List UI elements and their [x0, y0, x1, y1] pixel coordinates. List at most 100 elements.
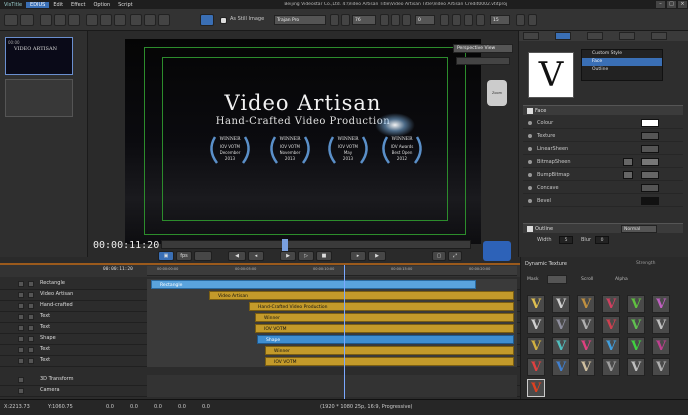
outline-mode-dropdown[interactable]: Normal: [621, 225, 657, 233]
sheen-swatch[interactable]: [641, 145, 659, 153]
view-buttons[interactable]: [456, 57, 510, 65]
track-lane[interactable]: Hand-Crafted Video Production: [147, 301, 517, 312]
concave-swatch[interactable]: [641, 184, 659, 192]
prev-frame-button[interactable]: ◀: [228, 251, 246, 261]
style-item-face[interactable]: Face: [582, 58, 662, 66]
texture-cell[interactable]: V: [602, 337, 620, 355]
track-clip[interactable]: Hand-Crafted Video Production: [249, 302, 514, 311]
track-lane[interactable]: Rectangle: [147, 279, 517, 290]
timeline-ruler[interactable]: 00:00:00:00 00:00:05:00 00:00:10:00 00:0…: [147, 266, 517, 276]
track-clip[interactable]: Video Artisan: [209, 291, 514, 300]
track-row[interactable]: Text Winner: [0, 345, 520, 356]
loop-button[interactable]: ▣: [158, 251, 174, 261]
texture-cell[interactable]: V: [527, 337, 545, 355]
font-size-combo[interactable]: 76: [352, 15, 376, 25]
track-clip[interactable]: IOV VOTM: [255, 324, 514, 333]
align-left-button[interactable]: [380, 14, 389, 26]
outline-section[interactable]: Outline Normal: [523, 223, 683, 233]
blur-input[interactable]: 0: [595, 236, 609, 244]
maximize-button[interactable]: □: [667, 1, 676, 8]
thumbnail-item[interactable]: 00:00 VIDEO ARTISAN: [5, 37, 73, 75]
undo-button[interactable]: [4, 14, 18, 26]
prop-texture[interactable]: Texture: [523, 130, 683, 142]
width-input[interactable]: 5: [559, 236, 573, 244]
prop-linearsheen[interactable]: LinearSheen: [523, 143, 683, 155]
texture-cell[interactable]: V: [527, 358, 545, 376]
eye-icon[interactable]: [18, 325, 24, 331]
track-clip[interactable]: IOV VOTM: [265, 357, 514, 366]
next-frame-button[interactable]: ▶: [368, 251, 386, 261]
paste-icon[interactable]: [114, 14, 126, 26]
track-row[interactable]: Text IOV VOTM: [0, 323, 520, 334]
eye-icon[interactable]: [18, 314, 24, 320]
tab-face[interactable]: [555, 32, 571, 40]
face-section[interactable]: Face: [523, 105, 683, 115]
texture-cell[interactable]: V: [602, 358, 620, 376]
outline-checkbox[interactable]: [527, 226, 533, 232]
valign-middle-icon[interactable]: [464, 14, 473, 26]
tab-transform[interactable]: [587, 32, 603, 40]
char-spacing-combo[interactable]: 0: [415, 15, 435, 25]
shape-tool-icon[interactable]: [144, 14, 156, 26]
texture-cell[interactable]: V: [577, 337, 595, 355]
stop-button[interactable]: ■: [316, 251, 332, 261]
face-checkbox[interactable]: [527, 108, 533, 114]
texture-cell[interactable]: V: [652, 358, 670, 376]
track-lane[interactable]: Winner: [147, 312, 517, 323]
track-row[interactable]: Camera: [0, 386, 520, 397]
style-list[interactable]: Custom Style Face Outline: [581, 49, 663, 81]
align-right-button[interactable]: [402, 14, 411, 26]
texture-swatch[interactable]: [641, 132, 659, 140]
texture-cell[interactable]: V: [552, 358, 570, 376]
track-row[interactable]: Text IOV VOTM: [0, 356, 520, 367]
texture-cell[interactable]: V: [552, 316, 570, 334]
track-lane[interactable]: Winner: [147, 345, 517, 356]
bitmap-icon[interactable]: [623, 171, 633, 179]
eye-icon[interactable]: [18, 292, 24, 298]
eye-icon[interactable]: [18, 336, 24, 342]
render-preview-button[interactable]: ▢: [432, 251, 446, 261]
line-spacing-icon[interactable]: [440, 14, 449, 26]
eye-icon[interactable]: [18, 358, 24, 364]
prop-bevel[interactable]: Bevel: [523, 195, 683, 207]
style-item-custom[interactable]: Custom Style: [582, 50, 662, 58]
texture-cell-selected[interactable]: V: [527, 379, 545, 397]
texture-cell[interactable]: V: [577, 316, 595, 334]
new-icon[interactable]: [40, 14, 52, 26]
track-clip[interactable]: Winner: [265, 346, 514, 355]
menu-option[interactable]: Option: [89, 2, 114, 8]
open-icon[interactable]: [54, 14, 66, 26]
prop-bitmapsheen[interactable]: BitmapSheen: [523, 156, 683, 168]
track-lane[interactable]: Video Artisan: [147, 290, 517, 301]
track-clip[interactable]: Rectangle: [151, 280, 476, 289]
track-row[interactable]: Video Artisan Video Artisan: [0, 290, 520, 301]
texture-cell[interactable]: V: [577, 358, 595, 376]
style-item-outline[interactable]: Outline: [582, 66, 662, 74]
step-back-button[interactable]: ◂: [248, 251, 264, 261]
image-tool-icon[interactable]: [158, 14, 170, 26]
award-3[interactable]: WINNER IOV VOTM May 2013: [323, 133, 373, 169]
lock-icon[interactable]: [28, 347, 34, 353]
award-2[interactable]: WINNER IOV VOTM November 2013: [265, 133, 315, 169]
grid-icon[interactable]: [516, 14, 525, 26]
lock-icon[interactable]: [28, 281, 34, 287]
track-lane[interactable]: IOV VOTM: [147, 323, 517, 334]
prop-colour[interactable]: Colour: [523, 117, 683, 129]
track-row[interactable]: Text Winner: [0, 312, 520, 323]
texture-cell[interactable]: V: [527, 316, 545, 334]
track-row[interactable]: Hand-crafted Hand-Crafted Video Producti…: [0, 301, 520, 312]
still-image-checkbox[interactable]: [220, 17, 227, 24]
redo-button[interactable]: [20, 14, 34, 26]
valign-bottom-icon[interactable]: [476, 14, 485, 26]
track-clip[interactable]: Shape: [257, 335, 514, 344]
lock-icon[interactable]: [28, 336, 34, 342]
thumbnail-empty[interactable]: [5, 79, 73, 117]
tab-animation[interactable]: [619, 32, 635, 40]
step-forward-button[interactable]: ▸: [350, 251, 366, 261]
lock-icon[interactable]: [28, 303, 34, 309]
eye-icon[interactable]: [18, 303, 24, 309]
texture-cell[interactable]: V: [602, 295, 620, 313]
menu-edius[interactable]: EDIUS: [26, 1, 50, 8]
track-lane[interactable]: IOV VOTM: [147, 356, 517, 367]
export-button[interactable]: [483, 241, 511, 261]
